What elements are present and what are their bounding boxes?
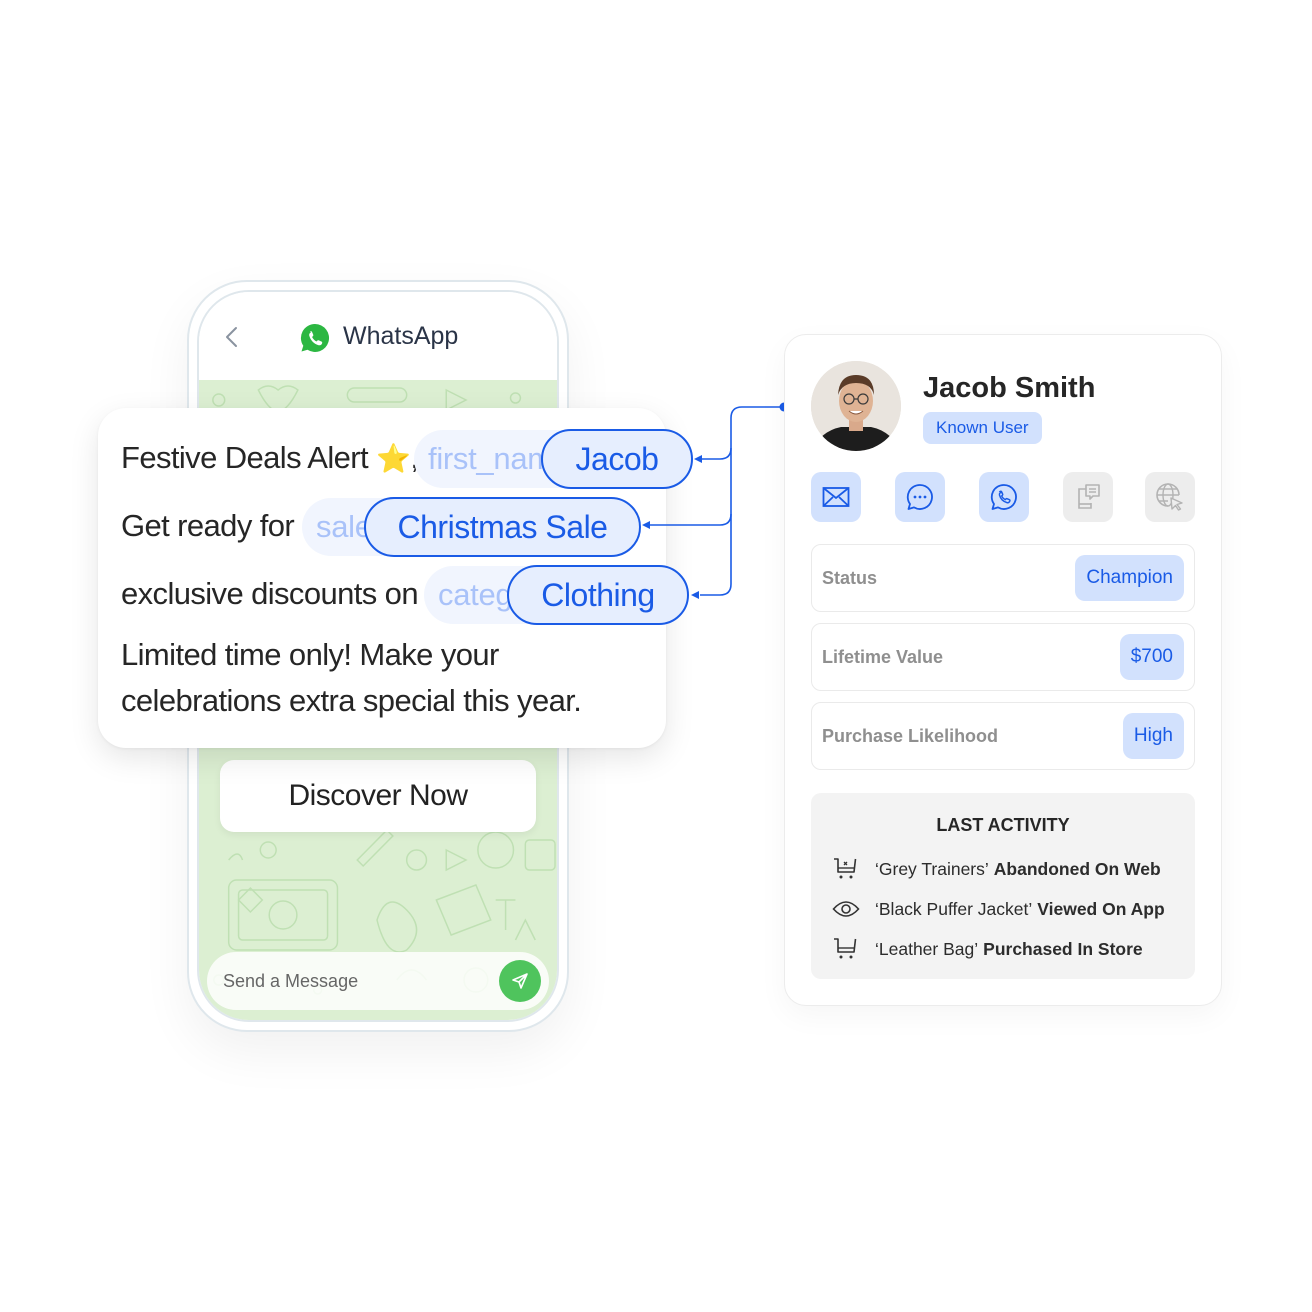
channel-sms[interactable] — [895, 472, 945, 522]
activity-item: ‘Black Puffer Jacket’ Viewed On App — [831, 896, 1165, 922]
cart-abandoned-icon — [834, 858, 857, 879]
chat-header: WhatsApp — [199, 292, 557, 380]
activity-product: ‘Leather Bag’ — [875, 938, 979, 959]
attribute-value: High — [1122, 713, 1184, 759]
discover-now-button[interactable]: Discover Now — [220, 760, 536, 832]
arrow-head-category — [691, 591, 699, 599]
message-line-1: Festive Deals Alert ⭐, — [121, 440, 419, 476]
channel-web[interactable] — [1145, 472, 1195, 522]
activity-product: ‘Grey Trainers’ — [875, 858, 989, 879]
whatsapp-icon — [990, 484, 1017, 510]
attribute-row-status: Status Champion — [811, 544, 1195, 612]
attribute-value: $700 — [1119, 634, 1184, 680]
user-photo — [811, 361, 901, 451]
user-type-badge: Known User — [923, 412, 1042, 444]
value-pill-first-name[interactable]: Jacob — [541, 429, 693, 489]
chevron-left-icon[interactable] — [221, 324, 243, 350]
whatsapp-logo-icon — [300, 323, 330, 352]
app-title: WhatsApp — [343, 322, 459, 350]
message-line-5: celebrations extra special this year. — [121, 683, 582, 718]
activity-action: Viewed On App — [1037, 898, 1165, 919]
attribute-row-lifetime-value: Lifetime Value $700 — [811, 623, 1195, 691]
send-button[interactable] — [499, 960, 541, 1002]
attribute-label: Purchase Likelihood — [822, 726, 999, 746]
channel-email[interactable] — [811, 472, 861, 522]
mobile-message-icon — [1078, 484, 1100, 509]
connector-trunk — [700, 406, 784, 596]
arrow-head-first-name — [694, 455, 702, 463]
activity-action: Purchased In Store — [983, 938, 1143, 959]
message-line-3: exclusive discounts on — [121, 576, 419, 611]
paper-plane-icon — [512, 973, 528, 989]
cart-icon — [834, 938, 857, 959]
attribute-row-purchase-likelihood: Purchase Likelihood High — [811, 702, 1195, 770]
value-pill-sale-name[interactable]: Christmas Sale — [364, 497, 641, 557]
attribute-value: Champion — [1075, 555, 1184, 601]
chat-bubble-icon — [906, 484, 933, 510]
value-pill-category[interactable]: Clothing — [507, 565, 689, 625]
avatar — [811, 361, 901, 451]
activity-item: ‘Grey Trainers’ Abandoned On Web — [831, 856, 1161, 882]
activity-item: ‘Leather Bag’ Purchased In Store — [831, 936, 1143, 962]
activity-action: Abandoned On Web — [993, 858, 1161, 879]
message-text: Festive Deals Alert — [121, 440, 369, 475]
star-icon: ⭐ — [376, 443, 411, 474]
eye-icon — [832, 901, 860, 917]
email-icon — [822, 487, 850, 507]
activity-product: ‘Black Puffer Jacket’ — [875, 898, 1033, 919]
message-input[interactable] — [223, 952, 473, 1010]
channel-whatsapp[interactable] — [979, 472, 1029, 522]
message-line-4: Limited time only! Make your — [121, 637, 499, 672]
channel-mobile-push[interactable] — [1063, 472, 1113, 522]
attribute-label: Status — [822, 568, 878, 588]
web-cursor-icon — [1156, 483, 1183, 511]
last-activity-panel: LAST ACTIVITY ‘Grey Trainers’ Abandoned … — [811, 793, 1195, 979]
connector-branch-first-name — [700, 447, 732, 460]
user-name: Jacob Smith — [923, 372, 1096, 404]
compose-bar — [207, 952, 549, 1010]
last-activity-title: LAST ACTIVITY — [936, 815, 1070, 835]
attribute-label: Lifetime Value — [822, 647, 944, 667]
message-line-2: Get ready for — [121, 508, 295, 543]
